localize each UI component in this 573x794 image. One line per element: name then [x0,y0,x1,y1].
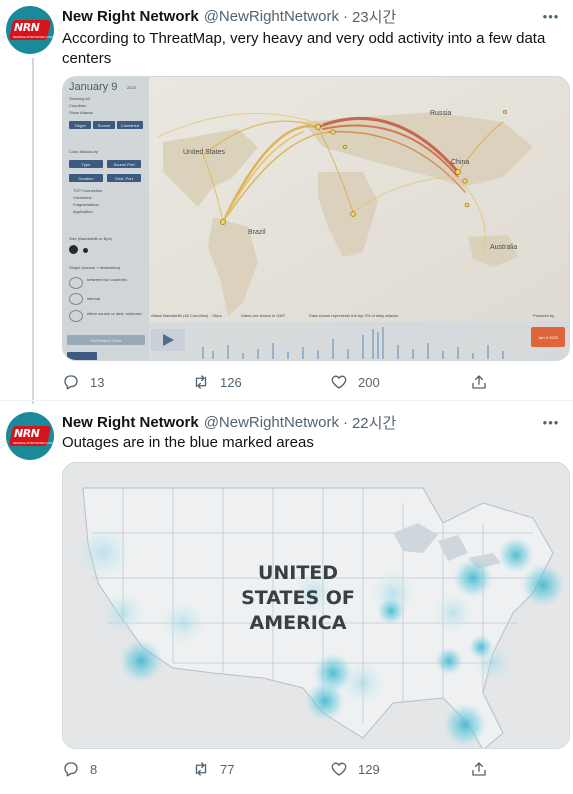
reply-button[interactable]: 8 [62,760,97,778]
tweet-header: New Right Network @NewRightNetwork · 23시… [62,6,396,26]
threatmap-combined-button[interactable]: Combined [117,121,143,129]
like-count: 200 [358,374,380,390]
map-label-united-states: United States [183,149,226,156]
legend-item: Volumetric [73,195,92,200]
threatmap-footer-bandwidth: Attack Bandwidth (All Countries) · Gbps [151,313,222,318]
reply-button[interactable]: 13 [62,373,104,391]
share-icon [472,375,486,389]
threatmap-control-panel: January 9 2023 Showing All Countries Sho… [63,77,149,360]
threatmap-type-button[interactable]: Type [69,160,103,168]
retweet-count: 126 [220,374,242,390]
shape-legend-icon [69,293,83,305]
threatmap-footer-dates: Dates are shown in GMT [241,313,286,318]
country-label-line2: STATES OF [241,587,355,609]
retweet-button[interactable]: 126 [192,373,242,391]
author-handle[interactable]: @NewRightNetwork [204,8,339,25]
country-label: UNITED STATES OF AMERICA [223,561,373,636]
threatmap-showing: Showing All [69,96,90,101]
avatar-logo-subtitle: NEWRIGHTNETWORK.COM [13,441,53,445]
tweet-header: New Right Network @NewRightNetwork · 22시… [62,412,396,432]
tweet-2[interactable]: NRN NEWRIGHTNETWORK.COM New Right Networ… [0,412,573,794]
threatmap-source-button[interactable]: Source [93,121,115,129]
country-label-line3: AMERICA [249,612,347,634]
separator-dot: · [342,7,348,25]
share-icon [472,762,486,776]
like-button[interactable]: 200 [330,373,380,391]
avatar[interactable]: NRN NEWRIGHTNETWORK.COM [6,412,54,460]
tweet-text: Outages are in the blue marked areas [62,434,314,451]
retweet-icon [195,762,207,776]
tweet-1[interactable]: NRN NEWRIGHTNETWORK.COM New Right Networ… [0,6,573,404]
threatmap-duration-button[interactable]: Duration [69,174,103,182]
shape-legend-label: internal [87,296,101,301]
shape-legend-icon [69,310,83,322]
timestamp[interactable]: 22시간 [352,412,396,433]
heart-icon [331,762,347,776]
author-name[interactable]: New Right Network [62,414,199,431]
map-label-russia: Russia [430,110,452,117]
threatmap-countries: Countries [69,103,87,108]
threatmap-dest-port-button[interactable]: Dest. Port [107,174,141,182]
threatmap-year: 2023 [127,85,136,90]
threatmap-source-port-button[interactable]: Source Port [107,160,141,168]
embed-code-button[interactable]: Get Embed Code [67,335,145,345]
threatmap-show-attacks: Show Attacks [69,110,94,115]
threatmap-color-label: Color Attacks by [69,149,98,154]
tweet-media-threatmap[interactable]: January 9 2023 Showing All Countries Sho… [62,76,570,361]
timestamp[interactable]: 23시간 [352,6,396,27]
threatmap-mini-button[interactable] [67,352,97,360]
threatmap-credit: Powered by [533,313,555,318]
threatmap-date-badge[interactable]: Jan 9 2023 [531,327,565,347]
retweet-count: 77 [220,761,235,777]
share-button[interactable] [470,373,498,391]
author-name[interactable]: New Right Network [62,8,199,25]
threatmap-shape-label: Shape (source + destination) [69,265,121,270]
avatar-logo-subtitle: NEWRIGHTNETWORK.COM [13,35,53,39]
heart-icon [331,375,347,389]
size-legend-dot [69,245,78,254]
shape-legend-label: either source or dest. unknown [87,311,142,316]
avatar-logo-text: NRN [14,427,40,440]
avatar-logo-text: NRN [14,21,40,34]
threatmap-size-label: Size (Bandwidth or Bps) [69,236,112,241]
threatmap-target-button[interactable]: Target [69,121,91,129]
legend-item: Application [73,209,93,214]
country-label-line1: UNITED [257,562,339,584]
size-legend-dot [83,248,88,253]
like-count: 129 [358,761,380,777]
share-button[interactable] [470,760,498,778]
retweet-button[interactable]: 77 [192,760,234,778]
reply-icon [64,762,78,777]
reply-count: 13 [90,374,105,390]
separator-dot: · [342,413,348,431]
tweet-actions: 13 126 200 [62,373,492,393]
threatmap-footer-note: Data shown represents the top 2% of dail… [309,313,398,318]
more-options-icon[interactable]: ••• [541,6,561,26]
shape-legend-label: between two countries [87,277,127,282]
reply-count: 8 [90,761,98,777]
shape-legend-icon [69,277,83,289]
tweet-media-outage-map[interactable]: UNITED STATES OF AMERICA [62,462,570,749]
retweet-icon [195,375,207,389]
avatar[interactable]: NRN NEWRIGHTNETWORK.COM [6,6,54,54]
reply-icon [64,375,78,390]
threatmap-date-title: January 9 [69,81,118,93]
map-label-brazil: Brazil [248,229,266,236]
tweet-actions: 8 77 129 [62,760,492,780]
author-handle[interactable]: @NewRightNetwork [204,414,339,431]
legend-item: Fragmentation [73,202,99,207]
more-options-icon[interactable]: ••• [541,412,561,432]
tweet-divider [0,400,573,401]
legend-item: TCP Connection [73,188,103,193]
like-button[interactable]: 129 [330,760,380,778]
map-label-australia: Australia [490,244,518,251]
tweet-text: According to ThreatMap, very heavy and v… [62,30,546,67]
map-label-china: China [451,159,470,166]
